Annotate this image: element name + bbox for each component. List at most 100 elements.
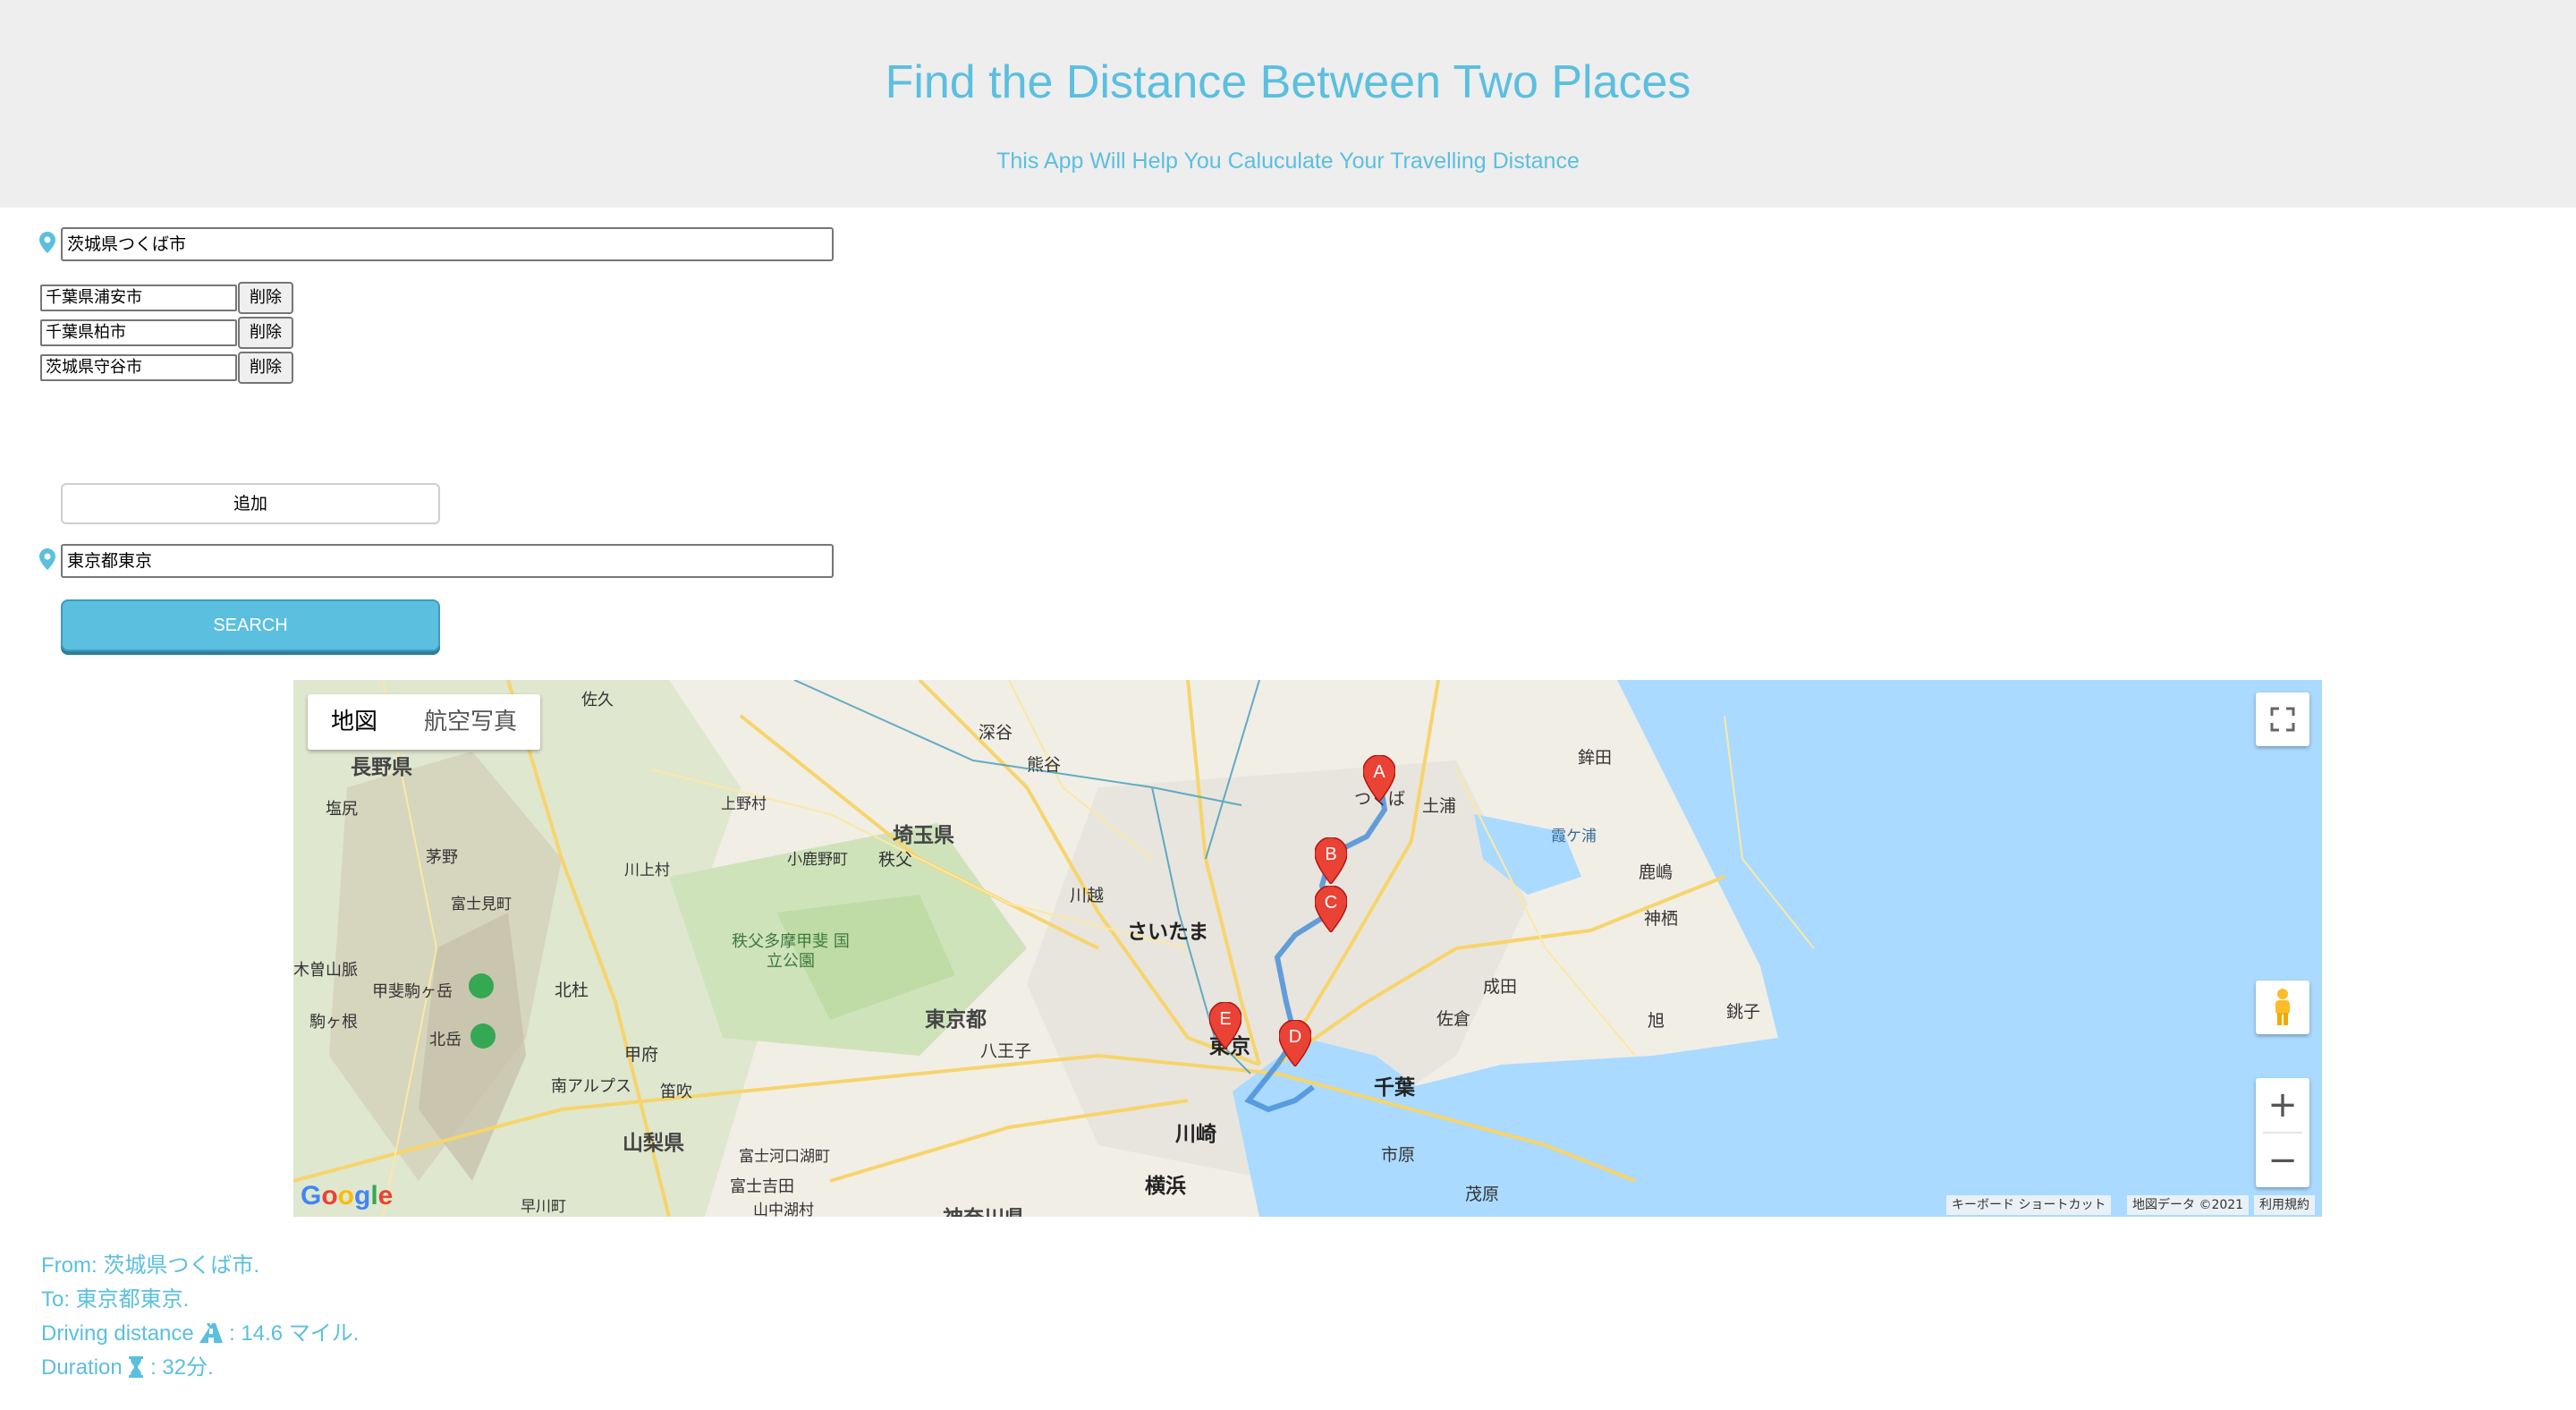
fullscreen-button[interactable] [2256,692,2309,746]
fullscreen-icon [2270,707,2295,732]
map-label: 埼玉県 [893,824,954,847]
map-canvas[interactable] [293,680,2322,1217]
map-label: 笛吹 [660,1083,692,1101]
remove-waypoint-button-2[interactable]: 削除 [238,317,293,349]
map-label: 千葉 [1374,1076,1415,1100]
map-label: 神奈川県 [943,1201,1025,1217]
result-distance: Driving distance : 14.6 マイル. [41,1315,359,1346]
waypoint-input-3[interactable]: 茨城県守谷市 [40,354,237,381]
map-label: 山中湖村 [753,1202,814,1217]
pegman-icon [2275,989,2290,1025]
map-label: 北杜 [555,981,589,1000]
map-label: 茅野 [426,848,458,867]
hourglass-icon [129,1356,144,1378]
distance-value: : 14.6 マイル. [229,1321,360,1346]
from-value: 茨城県つくば市. [103,1253,260,1278]
map-label: 小鹿野町 [787,851,848,869]
search-button[interactable]: SEARCH [61,599,440,651]
page-header: Find the Distance Between Two Places Thi… [0,0,2576,208]
map-label: 鹿嶋 [1639,862,1674,882]
terms-link[interactable]: 利用規約 [2254,1195,2315,1215]
map-label: 富士吉田 [730,1177,794,1196]
from-label: From: [41,1253,97,1278]
map-label: 山梨県 [623,1132,684,1155]
map-label: 川崎 [1175,1123,1216,1146]
to-value: 東京都東京. [75,1287,190,1312]
map-label: 神栖 [1644,909,1679,929]
map-label: 早川町 [521,1198,566,1216]
page-title: Find the Distance Between Two Places [885,56,1691,108]
map-marker-c[interactable]: C [1315,886,1347,932]
map-label: 上野村 [721,795,767,813]
route-map[interactable]: 長野県 山梨県 埼玉県 さいたま 東京都 東京 千葉 横浜 川崎 神奈川県 八王… [293,680,2322,1217]
to-label: To: [41,1287,71,1312]
map-label: 甲府 [624,1045,659,1065]
tab-map[interactable]: 地図 [308,694,401,750]
map-label: 八王子 [980,1041,1032,1061]
waypoint-input-2[interactable]: 千葉県柏市 [40,319,237,346]
map-type-control: 地図 航空写真 [308,694,541,750]
map-label: 甲斐駒ヶ岳 [372,982,453,1001]
distance-label: Driving distance [41,1321,194,1346]
map-label: 市原 [1381,1145,1416,1165]
destination-input[interactable]: 東京都東京 [61,544,834,578]
remove-waypoint-button-1[interactable]: 削除 [238,282,293,314]
marker-label: E [1219,1009,1231,1029]
map-label: 土浦 [1422,796,1457,816]
map-label: 川上村 [624,862,670,879]
map-marker-a[interactable]: A [1363,755,1395,802]
marker-label: C [1325,893,1337,913]
map-label: 秩父多摩甲斐 国立公園 [732,932,850,971]
map-label: 東京都 [925,1008,987,1032]
waypoint-input-1[interactable]: 千葉県浦安市 [40,285,237,311]
map-data-attribution: 地図データ ©2021 [2127,1195,2250,1215]
street-view-button[interactable] [2256,981,2309,1034]
add-waypoint-button[interactable]: 追加 [61,483,440,524]
zoom-control: + − [2256,1078,2309,1187]
map-label: 霞ケ浦 [1551,828,1597,845]
map-label: 川越 [1070,886,1105,905]
map-label: 鉾田 [1578,748,1613,768]
map-label: 熊谷 [1027,755,1062,775]
location-pin-icon [39,548,55,570]
map-marker-d[interactable]: D [1279,1020,1311,1066]
road-icon [199,1323,224,1343]
remove-waypoint-button-3[interactable]: 削除 [238,352,293,384]
map-label: 茂原 [1465,1185,1500,1204]
result-duration: Duration : 32分. [41,1349,214,1380]
map-label: 駒ヶ根 [309,1013,358,1032]
duration-value: : 32分. [150,1355,214,1380]
duration-label: Duration [41,1355,123,1380]
zoom-out-button[interactable]: − [2256,1134,2309,1187]
map-label: 深谷 [979,723,1013,743]
map-label: 銚子 [1726,1002,1761,1022]
map-label: 秩父 [878,850,913,870]
zoom-in-button[interactable]: + [2256,1078,2309,1132]
marker-label: B [1325,845,1336,864]
map-label: 長野県 [351,756,412,779]
location-pin-icon [39,232,55,253]
map-label: 南アルプス [551,1077,631,1096]
map-label: さいたま [1127,921,1209,944]
map-marker-b[interactable]: B [1315,837,1347,884]
result-to: To: 東京都東京. [41,1281,189,1312]
map-marker-e[interactable]: E [1209,1002,1241,1049]
map-label: 富士河口湖町 [739,1148,830,1166]
map-label: 木曽山脈 [293,961,358,980]
page-subtitle: This App Will Help You Caluculate Your T… [996,149,1580,174]
map-label: 成田 [1483,977,1518,997]
keyboard-shortcuts-link[interactable]: キーボード ショートカット [1946,1195,2112,1215]
map-label: 佐倉 [1436,1009,1471,1029]
origin-input[interactable]: 茨城県つくば市 [61,227,834,261]
marker-label: A [1373,762,1385,782]
google-logo: Google [301,1181,394,1210]
map-label: 佐久 [581,691,614,709]
result-from: From: 茨城県つくば市. [41,1247,259,1278]
tab-satellite[interactable]: 航空写真 [401,694,540,750]
map-label: 北岳 [429,1031,462,1049]
map-label: 塩尻 [326,800,358,819]
map-label: 富士見町 [451,896,512,913]
marker-label: D [1289,1027,1301,1047]
map-label: 旭 [1648,1011,1665,1031]
map-label: 横浜 [1145,1175,1186,1198]
